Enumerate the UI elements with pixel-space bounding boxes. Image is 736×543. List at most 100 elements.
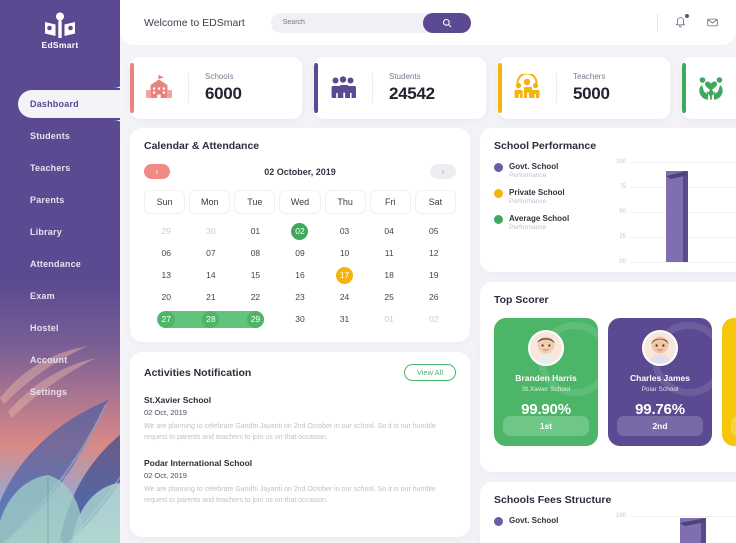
stat-card-parents[interactable]: Parents	[682, 57, 736, 119]
scorer-rank-badge	[731, 416, 736, 436]
stat-card-students[interactable]: Students 24542	[314, 57, 486, 119]
calendar-day[interactable]: 17	[322, 264, 367, 286]
calendar-day[interactable]: 08	[233, 242, 278, 264]
search-button[interactable]	[422, 12, 471, 33]
top-scorer-card[interactable]: Branden Harris St.Xavier School 99.90% 1…	[494, 318, 598, 446]
calendar-day[interactable]: 05	[411, 220, 456, 242]
stat-label: Teachers	[573, 72, 606, 81]
scorer-rank-badge: 2nd	[617, 416, 703, 436]
calendar-day[interactable]: 01	[367, 308, 412, 330]
calendar-day[interactable]: 25	[367, 286, 412, 308]
calendar-day[interactable]: 31	[322, 308, 367, 330]
calendar-day[interactable]: 02	[278, 220, 323, 242]
calendar-current-date: 02 October, 2019	[264, 166, 336, 177]
avatar	[528, 330, 564, 366]
calendar-day[interactable]: 24	[322, 286, 367, 308]
calendar-day[interactable]: 21	[189, 286, 234, 308]
legend-dot	[494, 517, 503, 526]
chart-plot-area	[630, 162, 736, 263]
brand-logo[interactable]: EdSmart	[0, 0, 120, 62]
sidebar-item-dashboard[interactable]: Dashboard	[0, 76, 120, 132]
calendar-day[interactable]: 26	[411, 286, 456, 308]
calendar-day[interactable]: 28	[189, 308, 234, 330]
sidebar-item-teachers[interactable]: Teachers	[0, 152, 120, 184]
weekday-label: Thu	[324, 190, 366, 214]
sidebar-item-label: Attendance	[30, 259, 82, 269]
calendar-day[interactable]: 04	[367, 220, 412, 242]
calendar-day[interactable]: 15	[233, 264, 278, 286]
activities-panel: Activities Notification View All St.Xavi…	[130, 352, 470, 537]
dashboard-app: EdSmart Dashboard Students Teachers Pare…	[0, 0, 736, 543]
calendar-day[interactable]: 12	[411, 242, 456, 264]
calendar-day[interactable]: 09	[278, 242, 323, 264]
view-all-button[interactable]: View All	[403, 364, 456, 381]
student-photo-icon	[535, 336, 557, 364]
calendar-prev-button[interactable]: ‹	[144, 164, 170, 179]
bell-icon	[675, 17, 685, 28]
calendar-day[interactable]: 16	[278, 264, 323, 286]
sidebar-item-attendance[interactable]: Attendance	[0, 248, 120, 280]
calendar-day[interactable]: 18	[367, 264, 412, 286]
calendar-day[interactable]: 07	[189, 242, 234, 264]
calendar-day[interactable]: 13	[144, 264, 189, 286]
brand-name: EdSmart	[41, 40, 79, 50]
sidebar-item-parents[interactable]: Parents	[0, 184, 120, 216]
scorer-name: Branden Harris	[515, 373, 577, 383]
calendar-day[interactable]: 06	[144, 242, 189, 264]
calendar-day[interactable]: 23	[278, 286, 323, 308]
calendar-day[interactable]: 11	[367, 242, 412, 264]
messages-button[interactable]	[702, 13, 722, 33]
performance-chart: 100 75 50 25 00	[608, 159, 736, 265]
calendar-day[interactable]: 03	[322, 220, 367, 242]
search-input[interactable]	[270, 19, 421, 26]
calendar-day[interactable]: 14	[189, 264, 234, 286]
topbar-actions	[657, 13, 722, 33]
calendar-day[interactable]: 01	[233, 220, 278, 242]
performance-title: School Performance	[494, 140, 597, 152]
notification-badge	[685, 13, 689, 18]
stat-card-teachers[interactable]: Teachers 5000	[498, 57, 670, 119]
activity-item[interactable]: Podar International School 02 Oct, 2019 …	[144, 458, 456, 507]
students-group-icon	[314, 74, 372, 102]
book-reader-icon	[45, 12, 75, 38]
main-content: Welcome to EDSmart Search Schools 6000 S…	[120, 0, 736, 543]
chart-y-axis: 100	[608, 513, 628, 543]
legend-label: Govt. School	[509, 162, 559, 171]
top-scorer-card[interactable]	[722, 318, 736, 446]
calendar-day[interactable]: 10	[322, 242, 367, 264]
scorer-school: St.Xavier School	[521, 386, 571, 393]
legend-sublabel: Performance	[509, 198, 547, 205]
scorer-school: Polar School	[641, 386, 679, 393]
sidebar-item-library[interactable]: Library	[0, 216, 120, 248]
sidebar-item-settings[interactable]: Settings	[0, 376, 120, 408]
calendar-day[interactable]: 30	[189, 220, 234, 242]
stat-value: 24542	[389, 84, 435, 103]
calendar-day[interactable]: 20	[144, 286, 189, 308]
scorer-rank-badge: 1st	[503, 416, 589, 436]
activities-title: Activities Notification	[144, 366, 252, 379]
calendar-grid: 29 30 01 02 03 04 05 06 07 08 09 10 11 12 13 14 15 16 17 18…	[144, 220, 456, 330]
sidebar-item-account[interactable]: Account	[0, 344, 120, 376]
calendar-day[interactable]: 27	[144, 308, 189, 330]
calendar-day[interactable]: 19	[411, 264, 456, 286]
stat-card-schools[interactable]: Schools 6000	[130, 57, 302, 119]
calendar-day[interactable]: 30	[278, 308, 323, 330]
performance-legend: Govt. School Performance Private School …	[494, 162, 598, 262]
top-scorer-card[interactable]: Charles James Polar School 99.76% 2nd	[608, 318, 712, 446]
sidebar-item-label: Settings	[30, 387, 68, 397]
calendar-day[interactable]: 29	[144, 220, 189, 242]
leaf-decoration-icon	[0, 475, 120, 543]
notifications-button[interactable]	[670, 13, 690, 33]
chart-bar	[666, 171, 688, 262]
calendar-day[interactable]: 02	[411, 308, 456, 330]
sidebar-item-hostel[interactable]: Hostel	[0, 312, 120, 344]
calendar-next-button[interactable]: ›	[429, 164, 456, 179]
calendar-day[interactable]: 22	[233, 286, 278, 308]
legend-label: Average School	[509, 214, 570, 223]
calendar-day[interactable]: 29	[233, 308, 278, 330]
activity-item[interactable]: St.Xavier School 02 Oct, 2019 We are pla…	[144, 395, 456, 444]
calendar-title: Calendar & Attendance	[144, 140, 260, 152]
sidebar-item-students[interactable]: Students	[0, 120, 120, 152]
sidebar-item-exam[interactable]: Exam	[0, 280, 120, 312]
fees-title: Schools Fees Structure	[494, 494, 612, 506]
